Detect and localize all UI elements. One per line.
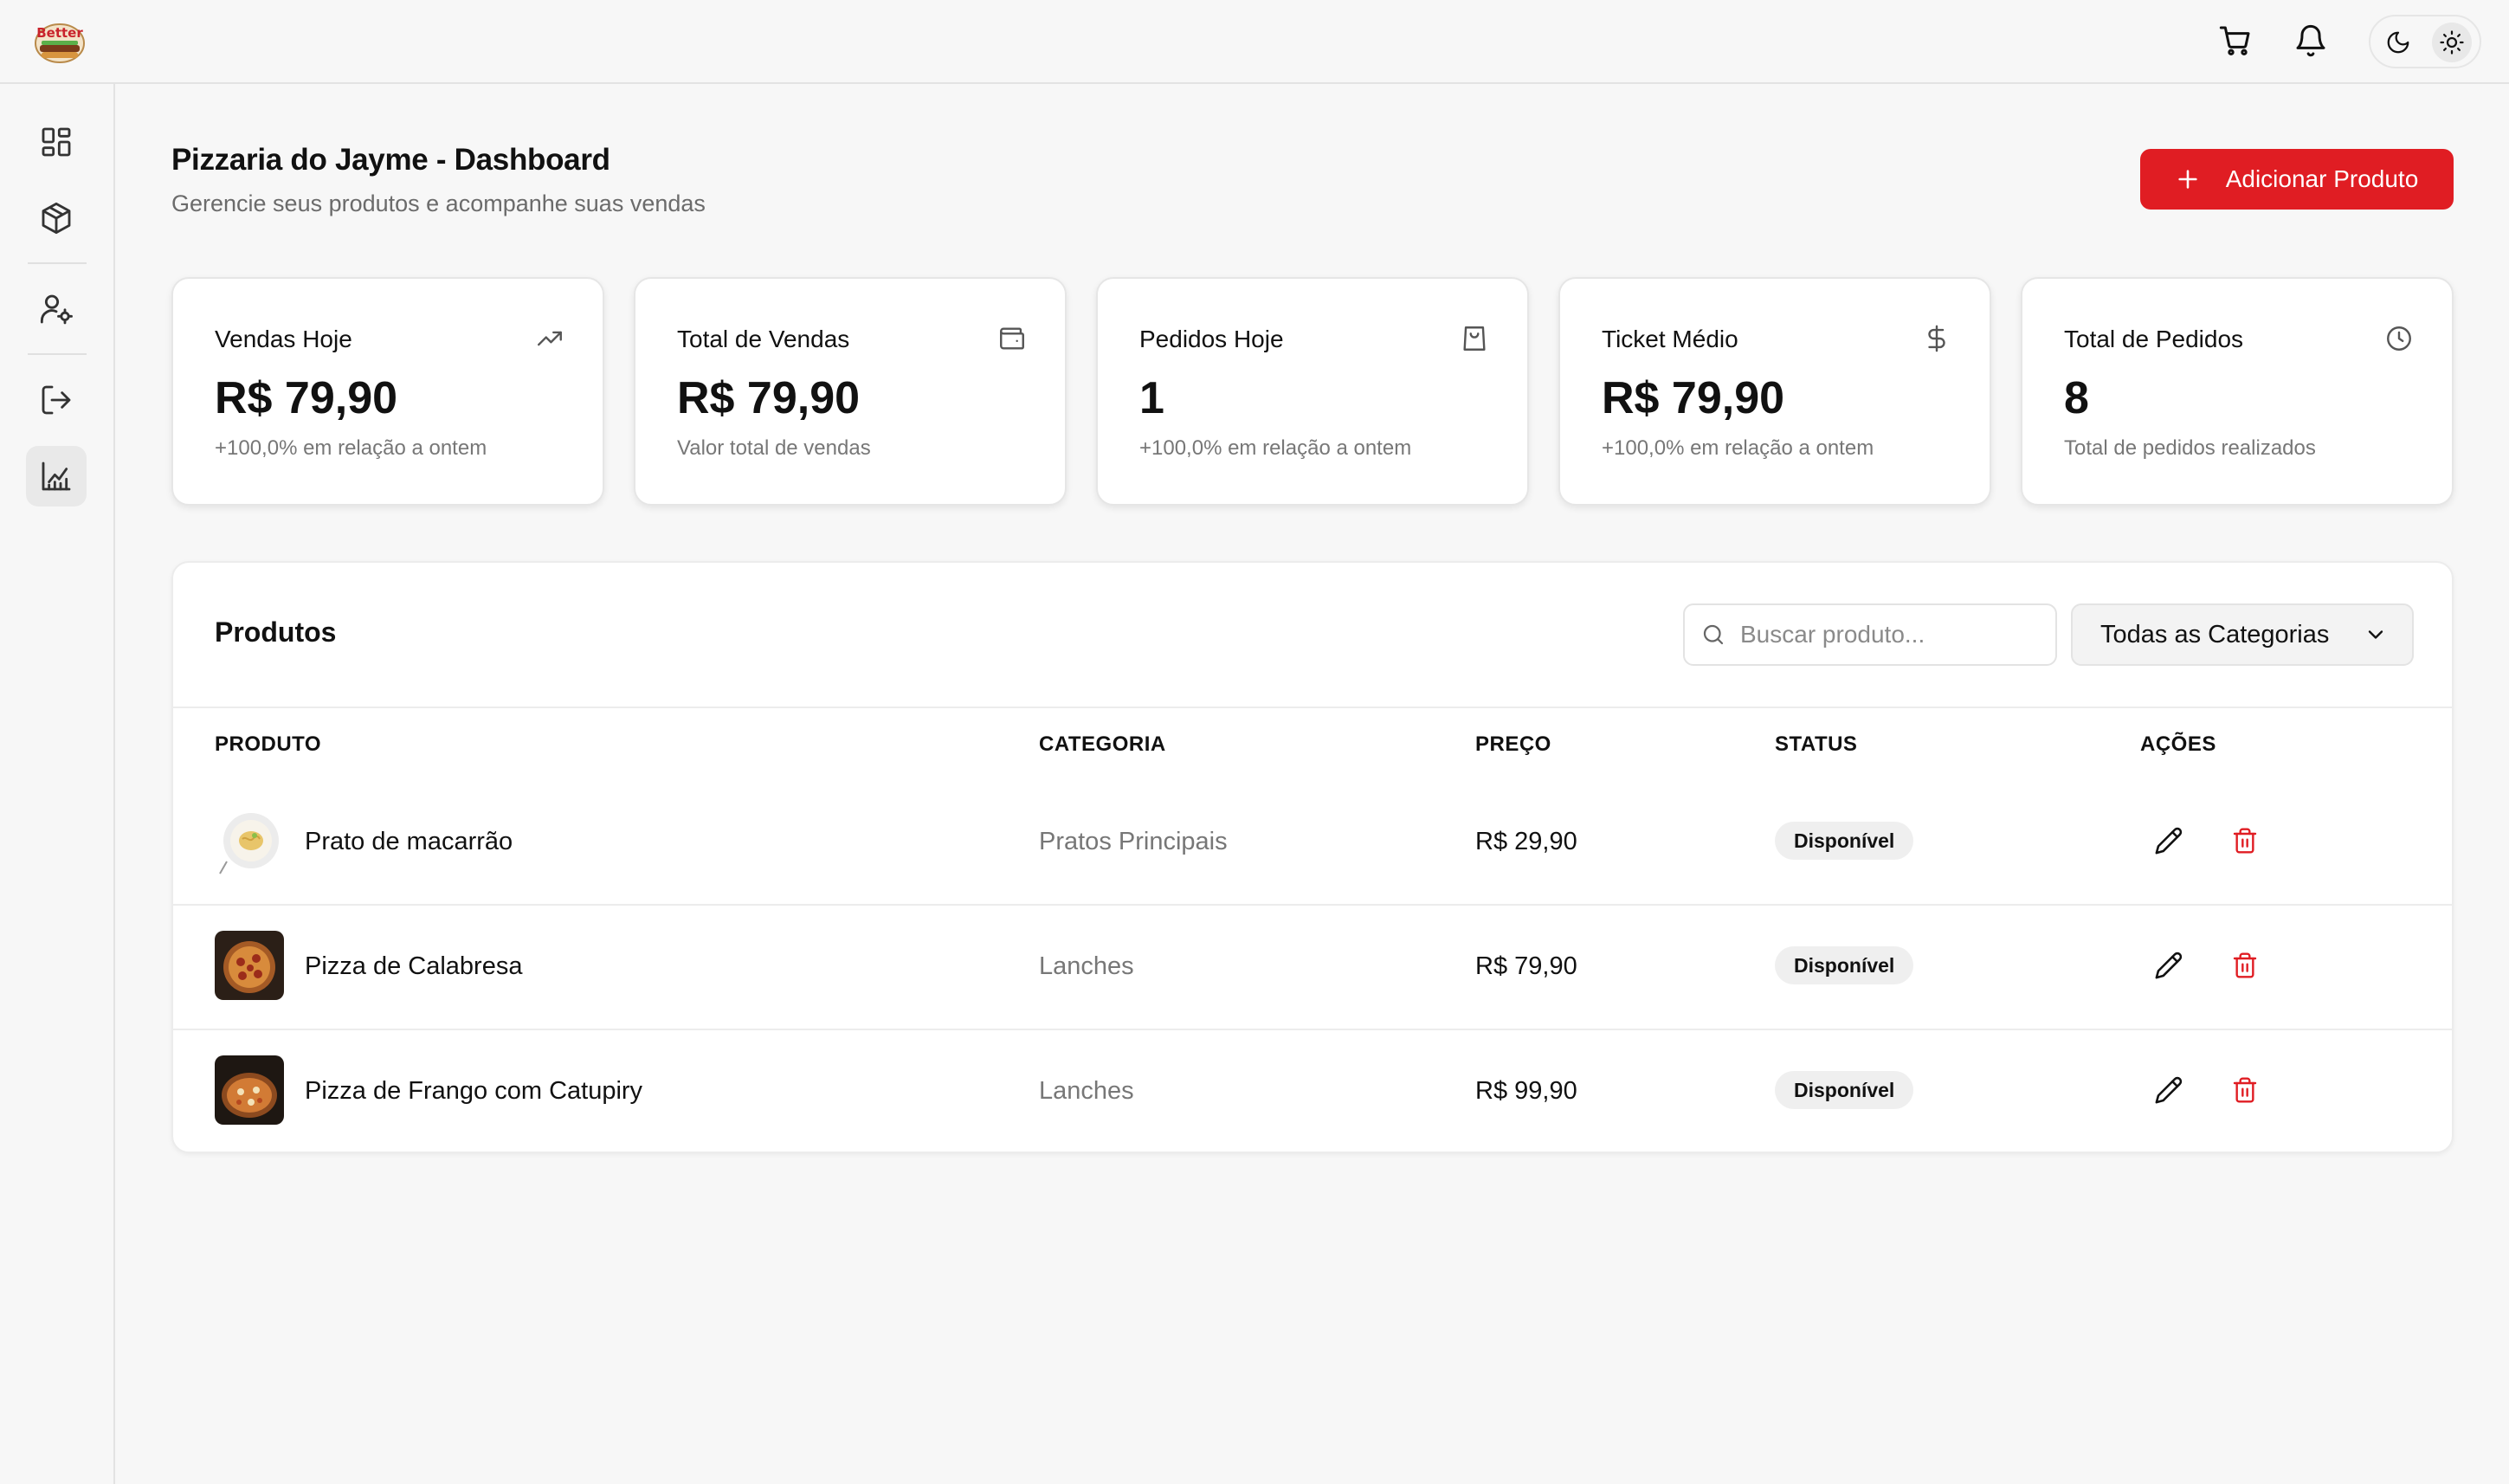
edit-button[interactable]	[2149, 1070, 2189, 1110]
delete-button[interactable]	[2225, 821, 2265, 861]
stat-card-ticket-medio: Ticket Médio R$ 79,90 +100,0% em relação…	[1558, 277, 1991, 506]
stat-card-pedidos-hoje: Pedidos Hoje 1 +100,0% em relação a onte…	[1096, 277, 1529, 506]
dashboard-icon	[42, 127, 71, 157]
product-price: R$ 99,90	[1475, 1077, 1577, 1105]
search-icon	[1703, 624, 1724, 645]
product-category: Lanches	[1039, 1077, 1134, 1105]
stat-card-vendas-hoje: Vendas Hoje R$ 79,90 +100,0% em relação …	[171, 277, 604, 506]
cart-icon[interactable]	[2214, 19, 2257, 62]
product-image	[215, 806, 284, 875]
sidebar-item-logout[interactable]	[26, 370, 87, 430]
stat-value: 8	[2064, 373, 2089, 423]
sidebar-item-user-settings[interactable]	[26, 279, 87, 339]
stat-value: R$ 79,90	[677, 373, 861, 423]
brand-logo[interactable]: Better	[31, 14, 88, 68]
delete-button[interactable]	[2225, 1070, 2265, 1110]
stat-title: Pedidos Hoje	[1139, 326, 1284, 352]
page-subtitle: Gerencie seus produtos e acompanhe suas …	[171, 190, 706, 216]
theme-toggle[interactable]	[2369, 15, 2481, 68]
column-header-status: STATUS	[1775, 732, 1858, 756]
sidebar-divider	[28, 262, 87, 264]
edit-button[interactable]	[2149, 821, 2189, 861]
pencil-icon	[2155, 827, 2183, 855]
trash-icon	[2233, 1077, 2257, 1103]
sun-icon[interactable]	[2432, 23, 2472, 62]
stat-card-total-pedidos: Total de Pedidos 8 Total de pedidos real…	[2021, 277, 2454, 506]
product-price: R$ 79,90	[1475, 952, 1577, 980]
product-category: Lanches	[1039, 952, 1134, 980]
chart-icon	[42, 461, 71, 491]
product-category: Pratos Principais	[1039, 828, 1228, 855]
plus-icon	[2178, 170, 2197, 189]
stat-title: Total de Vendas	[677, 326, 850, 352]
category-select-value: Todas as Categorias	[2100, 620, 2330, 648]
product-name: Pizza de Calabresa	[305, 952, 523, 980]
stat-note: +100,0% em relação a ontem	[215, 436, 487, 460]
products-title: Produtos	[215, 616, 337, 648]
add-product-button[interactable]: Adicionar Produto	[2140, 149, 2454, 210]
product-image	[215, 931, 284, 1000]
dollar-icon	[1922, 324, 1951, 353]
column-header-acoes: AÇÕES	[2140, 732, 2216, 756]
sidebar-item-dashboard[interactable]	[26, 112, 87, 172]
column-header-produto: PRODUTO	[215, 732, 322, 756]
trash-icon	[2233, 952, 2257, 978]
table-row: Pizza de Frango com Catupiry Lanches R$ …	[173, 1029, 2452, 1155]
table-row: Pizza de Calabresa Lanches R$ 79,90 Disp…	[173, 904, 2452, 1030]
trash-icon	[2233, 828, 2257, 854]
product-image	[215, 1055, 284, 1125]
wallet-icon	[997, 324, 1027, 353]
search-input[interactable]	[1740, 621, 2035, 648]
status-badge: Disponível	[1775, 946, 1914, 984]
bell-icon[interactable]	[2289, 19, 2332, 62]
sidebar-item-analytics[interactable]	[26, 446, 87, 506]
trending-up-icon	[535, 324, 564, 353]
chevron-down-icon	[2369, 630, 2383, 639]
sidebar-divider	[28, 353, 87, 355]
stat-note: Total de pedidos realizados	[2064, 436, 2316, 460]
sidebar	[0, 84, 115, 1484]
status-badge: Disponível	[1775, 822, 1914, 860]
edit-button[interactable]	[2149, 945, 2189, 985]
products-panel: Produtos Todas as Categorias PRODUTO CAT…	[171, 561, 2454, 1153]
status-badge: Disponível	[1775, 1071, 1914, 1109]
delete-button[interactable]	[2225, 945, 2265, 985]
column-header-categoria: CATEGORIA	[1039, 732, 1166, 756]
svg-text:Better: Better	[36, 25, 83, 41]
product-name: Prato de macarrão	[305, 828, 513, 855]
clock-icon	[2384, 324, 2414, 353]
moon-icon[interactable]	[2378, 23, 2418, 62]
row-divider	[173, 1029, 2452, 1030]
stat-note: +100,0% em relação a ontem	[1139, 436, 1412, 460]
stat-value: 1	[1139, 373, 1164, 423]
stat-title: Ticket Médio	[1602, 326, 1738, 352]
box-icon	[42, 202, 71, 235]
row-divider	[173, 904, 2452, 906]
stat-value: R$ 79,90	[1602, 373, 1785, 423]
product-price: R$ 29,90	[1475, 828, 1577, 855]
logout-icon	[42, 385, 71, 415]
add-product-label: Adicionar Produto	[2225, 165, 2419, 192]
category-select[interactable]: Todas as Categorias	[2071, 603, 2414, 666]
stat-title: Total de Pedidos	[2064, 326, 2244, 352]
top-bar: Better	[0, 0, 2509, 84]
sidebar-item-products[interactable]	[26, 188, 87, 248]
stat-value: R$ 79,90	[215, 373, 398, 423]
panel-divider	[173, 707, 2452, 708]
pencil-icon	[2155, 952, 2183, 979]
shopping-bag-icon	[1460, 324, 1489, 353]
stat-note: +100,0% em relação a ontem	[1602, 436, 1874, 460]
pencil-icon	[2155, 1076, 2183, 1104]
page-title: Pizzaria do Jayme - Dashboard	[171, 143, 610, 177]
column-header-preco: PREÇO	[1475, 732, 1551, 756]
product-name: Pizza de Frango com Catupiry	[305, 1077, 643, 1105]
table-row: Prato de macarrão Pratos Principais R$ 2…	[173, 779, 2452, 906]
stat-card-total-vendas: Total de Vendas R$ 79,90 Valor total de …	[634, 277, 1067, 506]
user-settings-icon	[40, 294, 73, 325]
stat-title: Vendas Hoje	[215, 326, 352, 352]
stat-note: Valor total de vendas	[677, 436, 871, 460]
search-box[interactable]	[1683, 603, 2057, 666]
